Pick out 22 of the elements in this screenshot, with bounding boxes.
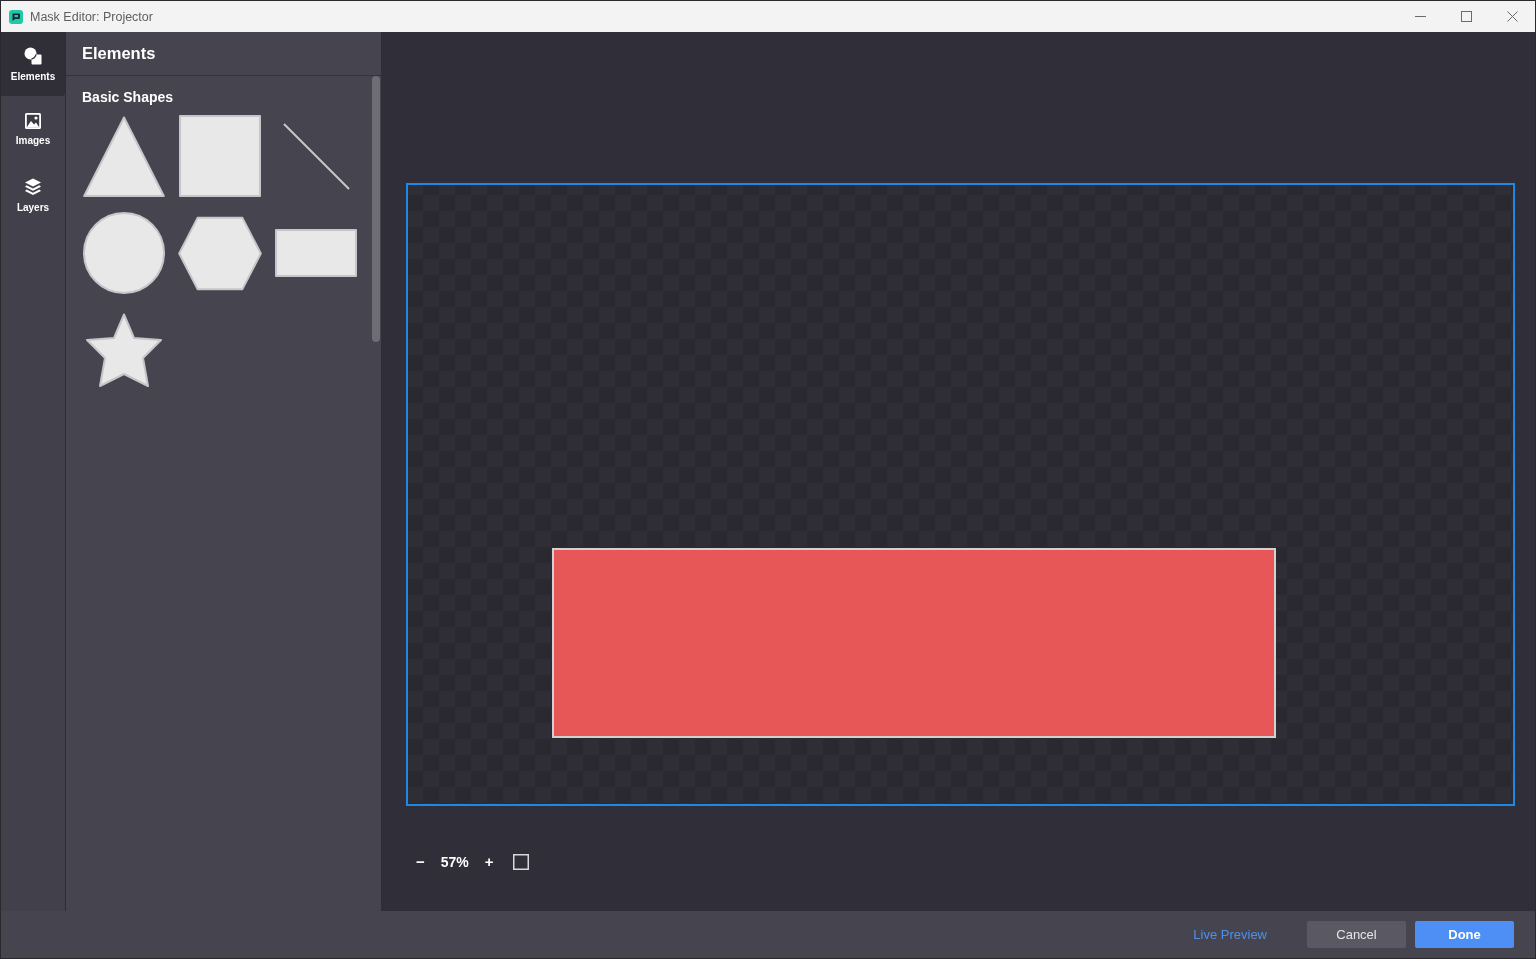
hexagon-icon[interactable]: [178, 215, 262, 291]
layers-icon: [24, 177, 42, 196]
image-icon: [25, 112, 41, 129]
section-title: Basic Shapes: [82, 88, 174, 106]
cancel-button[interactable]: Cancel: [1307, 921, 1406, 948]
sidebar-tab[interactable]: Elements: [1, 32, 65, 96]
shapes-icon: [24, 46, 42, 65]
maximize-icon: [1460, 11, 1472, 22]
triangle-icon[interactable]: [83, 115, 165, 197]
window-title: Mask Editor: Projector: [30, 9, 153, 24]
close-icon: [1506, 11, 1518, 22]
minimize-icon: [1414, 16, 1426, 17]
zoom-level: 57%: [440, 854, 469, 870]
panel-title: Elements: [82, 44, 156, 63]
square-outline-icon[interactable]: [512, 854, 529, 870]
line-icon[interactable]: [282, 122, 350, 190]
star-icon[interactable]: [85, 312, 163, 388]
app-logo-icon: [9, 9, 23, 24]
zoom-out-button[interactable]: −: [416, 853, 425, 871]
zoom-in-button[interactable]: +: [484, 853, 494, 871]
circle-icon[interactable]: [83, 212, 165, 294]
scrollbar-thumb[interactable]: [372, 76, 380, 342]
